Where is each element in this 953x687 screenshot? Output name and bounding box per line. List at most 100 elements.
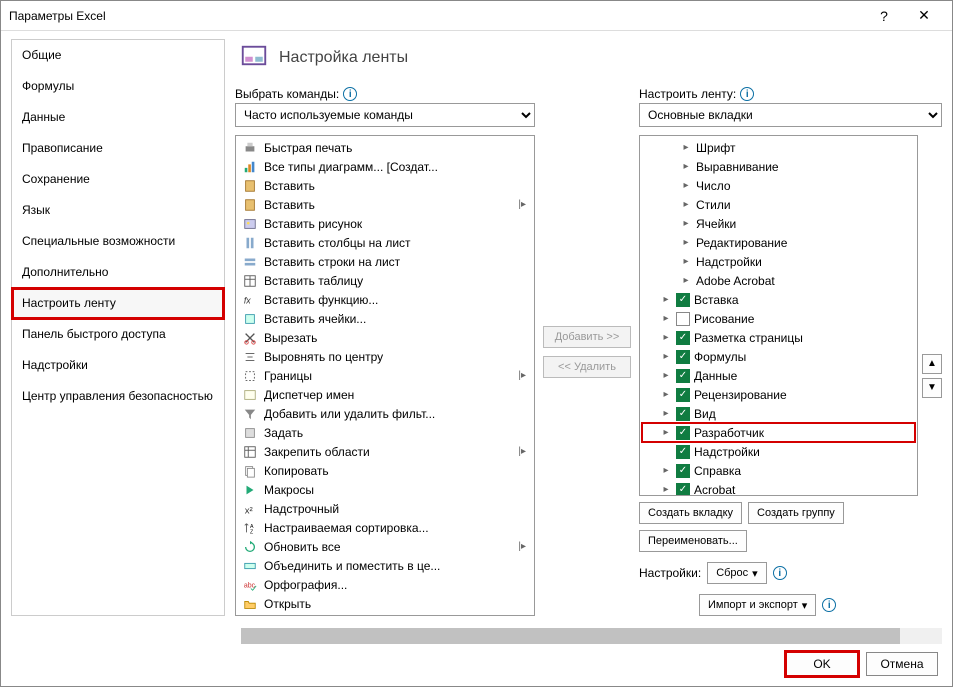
import-export-combo[interactable]: Импорт и экспорт▾ — [699, 594, 816, 616]
tree-item[interactable]: ▸✓Разметка страницы — [642, 328, 915, 347]
expand-arrow-icon[interactable]: ▸ — [680, 180, 692, 191]
command-item[interactable]: Вставить|▸ — [238, 195, 532, 214]
tree-item[interactable]: ▸Adobe Acrobat — [642, 271, 915, 290]
command-item[interactable]: Макросы — [238, 480, 532, 499]
move-down-button[interactable]: ▼ — [922, 378, 942, 398]
expand-arrow-icon[interactable]: ▸ — [660, 294, 672, 305]
tree-item[interactable]: ▸Ячейки — [642, 214, 915, 233]
command-item[interactable]: Вырезать — [238, 328, 532, 347]
expand-arrow-icon[interactable]: ▸ — [660, 313, 672, 324]
command-item[interactable]: Вставить — [238, 176, 532, 195]
info-icon[interactable]: i — [740, 87, 754, 101]
command-item[interactable]: AZНастраиваемая сортировка... — [238, 518, 532, 537]
command-item[interactable]: Выровнять по центру — [238, 347, 532, 366]
expand-arrow-icon[interactable]: ▸ — [680, 199, 692, 210]
command-item[interactable]: Вставить таблицу — [238, 271, 532, 290]
checkbox[interactable]: ✓ — [676, 464, 690, 478]
checkbox[interactable]: ✓ — [676, 445, 690, 459]
expand-arrow-icon[interactable]: ▸ — [660, 408, 672, 419]
checkbox[interactable] — [676, 312, 690, 326]
tree-item[interactable]: ▸Надстройки — [642, 252, 915, 271]
command-item[interactable]: x²Надстрочный — [238, 499, 532, 518]
checkbox[interactable]: ✓ — [676, 388, 690, 402]
cancel-button[interactable]: Отмена — [866, 652, 938, 676]
command-item[interactable]: Вставить ячейки... — [238, 309, 532, 328]
expand-arrow-icon[interactable]: ▸ — [680, 237, 692, 248]
commands-combo[interactable]: Часто используемые команды — [235, 103, 535, 127]
command-item[interactable]: Закрепить области|▸ — [238, 442, 532, 461]
expand-arrow-icon[interactable]: ▸ — [680, 142, 692, 153]
tree-item[interactable]: ▸Рисование — [642, 309, 915, 328]
sidebar-item[interactable]: Настроить ленту — [12, 288, 224, 319]
sidebar-item[interactable]: Формулы — [12, 71, 224, 102]
tree-item[interactable]: ▸✓Рецензирование — [642, 385, 915, 404]
checkbox[interactable]: ✓ — [676, 369, 690, 383]
command-item[interactable]: Задать — [238, 423, 532, 442]
command-item[interactable]: Копировать — [238, 461, 532, 480]
expand-arrow-icon[interactable]: ▸ — [660, 389, 672, 400]
command-item[interactable]: Диспетчер имен — [238, 385, 532, 404]
ok-button[interactable]: OK — [786, 652, 858, 676]
reset-combo[interactable]: Сброс▾ — [707, 562, 767, 584]
tree-item[interactable]: ✓Надстройки — [642, 442, 915, 461]
tree-item[interactable]: ▸✓Разработчик — [642, 423, 915, 442]
tree-item[interactable]: ▸✓Формулы — [642, 347, 915, 366]
commands-listbox[interactable]: Быстрая печатьВсе типы диаграмм... [Созд… — [235, 135, 535, 616]
checkbox[interactable]: ✓ — [676, 426, 690, 440]
command-item[interactable]: Добавить или удалить фильт... — [238, 404, 532, 423]
expand-arrow-icon[interactable]: ▸ — [660, 427, 672, 438]
tree-item[interactable]: ▸Редактирование — [642, 233, 915, 252]
horizontal-scrollbar[interactable] — [241, 628, 942, 644]
move-up-button[interactable]: ▲ — [922, 354, 942, 374]
expand-arrow-icon[interactable]: ▸ — [660, 370, 672, 381]
expand-arrow-icon[interactable]: ▸ — [660, 484, 672, 495]
new-tab-button[interactable]: Создать вкладку — [639, 502, 742, 524]
tree-item[interactable]: ▸✓Данные — [642, 366, 915, 385]
tree-item[interactable]: ▸✓Справка — [642, 461, 915, 480]
expand-arrow-icon[interactable]: ▸ — [660, 332, 672, 343]
expand-arrow-icon[interactable]: ▸ — [680, 256, 692, 267]
sidebar-item[interactable]: Сохранение — [12, 164, 224, 195]
command-item[interactable]: abcОрфография... — [238, 575, 532, 594]
remove-button[interactable]: << Удалить — [543, 356, 631, 378]
command-item[interactable]: Вставить рисунок — [238, 214, 532, 233]
sidebar-item[interactable]: Правописание — [12, 133, 224, 164]
sidebar-item[interactable]: Дополнительно — [12, 257, 224, 288]
command-item[interactable]: Объединить и поместить в це... — [238, 556, 532, 575]
command-item[interactable]: fxВставить функцию... — [238, 290, 532, 309]
expand-arrow-icon[interactable]: ▸ — [680, 161, 692, 172]
command-item[interactable]: Вставить строки на лист — [238, 252, 532, 271]
command-item[interactable]: Все типы диаграмм... [Создат... — [238, 157, 532, 176]
sidebar-item[interactable]: Центр управления безопасностью — [12, 381, 224, 412]
checkbox[interactable]: ✓ — [676, 331, 690, 345]
rename-button[interactable]: Переименовать... — [639, 530, 747, 552]
expand-arrow-icon[interactable]: ▸ — [660, 351, 672, 362]
expand-arrow-icon[interactable]: ▸ — [680, 275, 692, 286]
sidebar-item[interactable]: Язык — [12, 195, 224, 226]
expand-arrow-icon[interactable]: ▸ — [660, 465, 672, 476]
tree-item[interactable]: ▸Шрифт — [642, 138, 915, 157]
command-item[interactable]: Быстрая печать — [238, 138, 532, 157]
add-button[interactable]: Добавить >> — [543, 326, 631, 348]
sidebar-item[interactable]: Панель быстрого доступа — [12, 319, 224, 350]
info-icon[interactable]: i — [822, 598, 836, 612]
tree-item[interactable]: ▸✓Вид — [642, 404, 915, 423]
checkbox[interactable]: ✓ — [676, 293, 690, 307]
close-button[interactable]: ✕ — [904, 2, 944, 30]
info-icon[interactable]: i — [343, 87, 357, 101]
checkbox[interactable]: ✓ — [676, 483, 690, 497]
sidebar-item[interactable]: Общие — [12, 40, 224, 71]
command-item[interactable]: Открыть — [238, 594, 532, 613]
command-item[interactable]: Границы|▸ — [238, 366, 532, 385]
info-icon[interactable]: i — [773, 566, 787, 580]
ribbon-tree[interactable]: ▸Шрифт▸Выравнивание▸Число▸Стили▸Ячейки▸Р… — [639, 135, 918, 496]
checkbox[interactable]: ✓ — [676, 407, 690, 421]
tree-item[interactable]: ▸Стили — [642, 195, 915, 214]
command-item[interactable]: Обновить все|▸ — [238, 537, 532, 556]
new-group-button[interactable]: Создать группу — [748, 502, 844, 524]
tree-item[interactable]: ▸✓Acrobat — [642, 480, 915, 496]
ribbon-combo[interactable]: Основные вкладки — [639, 103, 942, 127]
help-button[interactable]: ? — [864, 2, 904, 30]
sidebar-item[interactable]: Специальные возможности — [12, 226, 224, 257]
sidebar-item[interactable]: Данные — [12, 102, 224, 133]
